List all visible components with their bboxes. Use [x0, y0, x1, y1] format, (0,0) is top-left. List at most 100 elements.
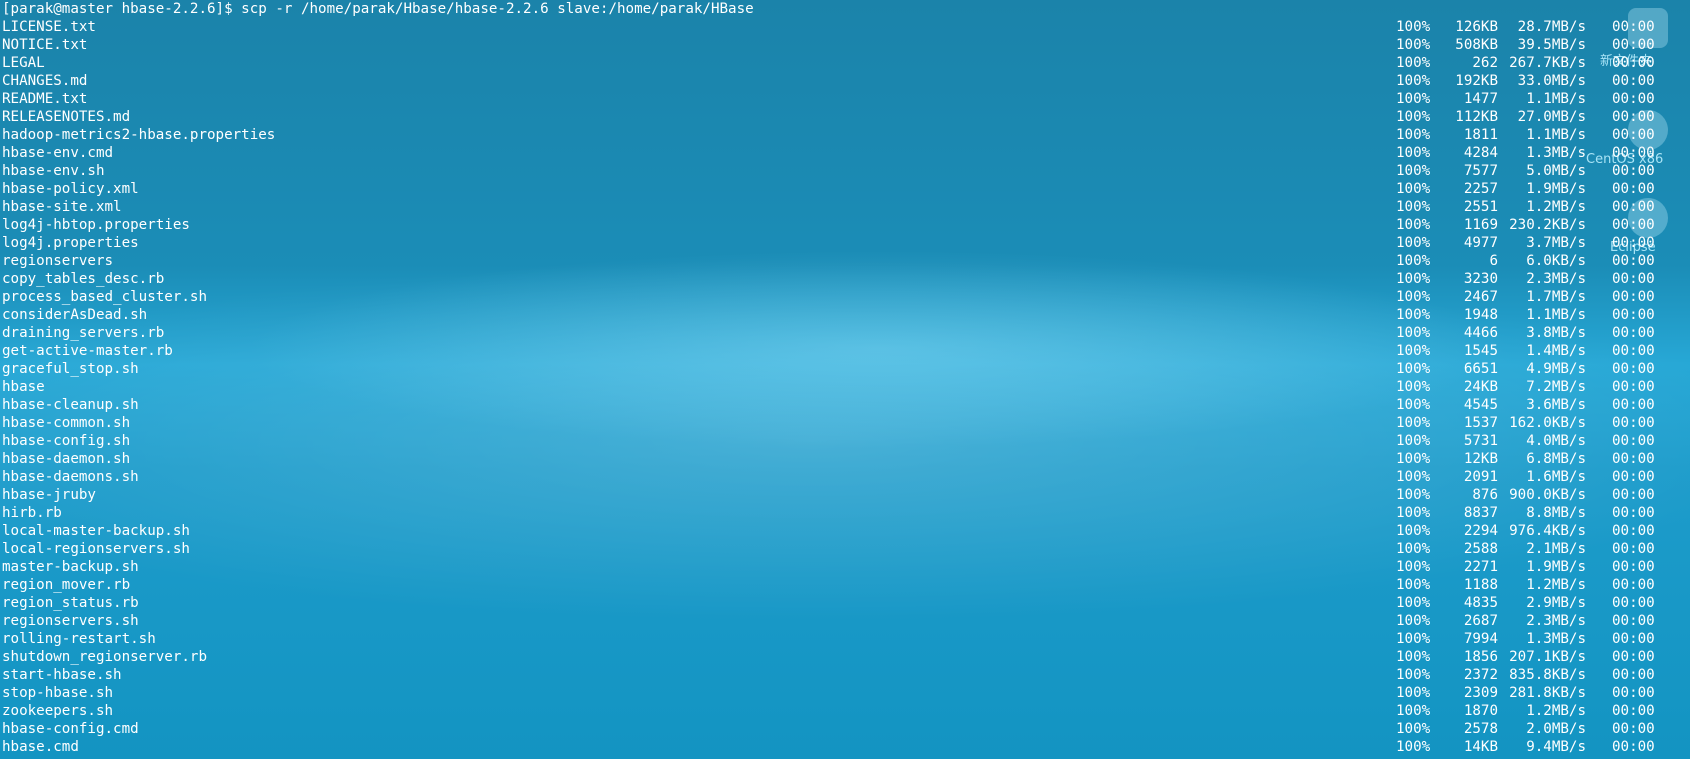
file-size: 2467 — [1463, 289, 1498, 305]
progress-percent: 100% — [1396, 19, 1431, 35]
transfer-rate: 230.2KB/s — [1509, 217, 1586, 233]
elapsed-time: 00:00 — [1612, 163, 1655, 179]
transfer-rate: 33.0MB/s — [1517, 73, 1586, 89]
file-name: stop-hbase.sh — [2, 685, 114, 701]
transfer-row: log4j.properties 100% 4977 3.7MB/s 00:00 — [0, 234, 1690, 252]
file-size: 2578 — [1463, 721, 1498, 737]
elapsed-time: 00:00 — [1612, 541, 1655, 557]
transfer-row: hirb.rb 100% 8837 8.8MB/s 00:00 — [0, 504, 1690, 522]
transfer-row: README.txt 100% 1477 1.1MB/s 00:00 — [0, 90, 1690, 108]
file-size: 7577 — [1463, 163, 1498, 179]
transfer-rate: 1.4MB/s — [1526, 343, 1586, 359]
file-size: 2257 — [1463, 181, 1498, 197]
progress-percent: 100% — [1396, 235, 1431, 251]
file-size: 192KB — [1455, 73, 1498, 89]
progress-percent: 100% — [1396, 91, 1431, 107]
file-size: 4466 — [1463, 325, 1498, 341]
elapsed-time: 00:00 — [1612, 685, 1655, 701]
file-size: 2551 — [1463, 199, 1498, 215]
file-size: 508KB — [1455, 37, 1498, 53]
elapsed-time: 00:00 — [1612, 217, 1655, 233]
file-name: hbase.cmd — [2, 739, 79, 755]
progress-percent: 100% — [1396, 523, 1431, 539]
elapsed-time: 00:00 — [1612, 145, 1655, 161]
file-size: 1811 — [1463, 127, 1498, 143]
file-size: 2588 — [1463, 541, 1498, 557]
transfer-rate: 1.2MB/s — [1526, 199, 1586, 215]
transfer-rate: 1.3MB/s — [1526, 631, 1586, 647]
transfer-row: hbase-daemon.sh 100% 12KB 6.8MB/s 00:00 — [0, 450, 1690, 468]
file-name: hbase-config.sh — [2, 433, 131, 449]
elapsed-time: 00:00 — [1612, 109, 1655, 125]
elapsed-time: 00:00 — [1612, 415, 1655, 431]
file-name: LICENSE.txt — [2, 19, 96, 35]
file-name: region_status.rb — [2, 595, 139, 611]
file-size: 1169 — [1463, 217, 1498, 233]
progress-percent: 100% — [1396, 145, 1431, 161]
transfer-rate: 27.0MB/s — [1517, 109, 1586, 125]
transfer-rate: 28.7MB/s — [1517, 19, 1586, 35]
elapsed-time: 00:00 — [1612, 235, 1655, 251]
file-size: 2294 — [1463, 523, 1498, 539]
terminal-window[interactable]: [parak@master hbase-2.2.6]$ scp -r /home… — [0, 0, 1690, 759]
transfer-rate: 2.0MB/s — [1526, 721, 1586, 737]
transfer-rate: 4.0MB/s — [1526, 433, 1586, 449]
progress-percent: 100% — [1396, 631, 1431, 647]
transfer-rate: 1.7MB/s — [1526, 289, 1586, 305]
transfer-row: RELEASENOTES.md 100% 112KB 27.0MB/s 00:00 — [0, 108, 1690, 126]
transfer-row: shutdown_regionserver.rb 100% 1856 207.1KB/… — [0, 648, 1690, 666]
transfer-rate: 1.2MB/s — [1526, 577, 1586, 593]
file-size: 4545 — [1463, 397, 1498, 413]
progress-percent: 100% — [1396, 163, 1431, 179]
file-name: hbase-policy.xml — [2, 181, 139, 197]
transfer-row: get-active-master.rb 100% 1545 1.4MB/s 00:00 — [0, 342, 1690, 360]
transfer-rate: 8.8MB/s — [1526, 505, 1586, 521]
file-name: local-regionservers.sh — [2, 541, 190, 557]
transfer-rate: 207.1KB/s — [1509, 649, 1586, 665]
progress-percent: 100% — [1396, 379, 1431, 395]
transfer-row: master-backup.sh 100% 2271 1.9MB/s 00:00 — [0, 558, 1690, 576]
transfer-rate: 9.4MB/s — [1526, 739, 1586, 755]
elapsed-time: 00:00 — [1612, 343, 1655, 359]
file-size: 1188 — [1463, 577, 1498, 593]
file-name: considerAsDead.sh — [2, 307, 148, 323]
file-name: README.txt — [2, 91, 88, 107]
progress-percent: 100% — [1396, 739, 1431, 755]
transfer-rate: 6.8MB/s — [1526, 451, 1586, 467]
file-name: hbase-env.sh — [2, 163, 105, 179]
elapsed-time: 00:00 — [1612, 127, 1655, 143]
progress-percent: 100% — [1396, 289, 1431, 305]
transfer-rate: 1.1MB/s — [1526, 91, 1586, 107]
transfer-row: log4j-hbtop.properties 100% 1169 230.2KB/s 0… — [0, 216, 1690, 234]
progress-percent: 100% — [1396, 559, 1431, 575]
file-size: 4284 — [1463, 145, 1498, 161]
transfer-row: hbase-common.sh 100% 1537 162.0KB/s 00:00 — [0, 414, 1690, 432]
elapsed-time: 00:00 — [1612, 721, 1655, 737]
transfer-rate: 1.1MB/s — [1526, 127, 1586, 143]
transfer-row: graceful_stop.sh 100% 6651 4.9MB/s 00:00 — [0, 360, 1690, 378]
file-size: 2687 — [1463, 613, 1498, 629]
transfer-row: copy_tables_desc.rb 100% 3230 2.3MB/s 00:00 — [0, 270, 1690, 288]
transfer-rate: 3.8MB/s — [1526, 325, 1586, 341]
file-name: LEGAL — [2, 55, 45, 71]
file-name: RELEASENOTES.md — [2, 109, 131, 125]
transfer-rate: 7.2MB/s — [1526, 379, 1586, 395]
transfer-rate: 1.3MB/s — [1526, 145, 1586, 161]
progress-percent: 100% — [1396, 595, 1431, 611]
elapsed-time: 00:00 — [1612, 379, 1655, 395]
progress-percent: 100% — [1396, 469, 1431, 485]
transfer-row: stop-hbase.sh 100% 2309 281.8KB/s 00:00 — [0, 684, 1690, 702]
file-name: regionservers — [2, 253, 114, 269]
progress-percent: 100% — [1396, 577, 1431, 593]
file-name: rolling-restart.sh — [2, 631, 156, 647]
transfer-rate: 2.3MB/s — [1526, 613, 1586, 629]
file-size: 1948 — [1463, 307, 1498, 323]
file-size: 6651 — [1463, 361, 1498, 377]
transfer-row: hbase.cmd 100% 14KB 9.4MB/s 00:00 — [0, 738, 1690, 756]
file-name: log4j.properties — [2, 235, 139, 251]
elapsed-time: 00:00 — [1612, 19, 1655, 35]
transfer-row: considerAsDead.sh 100% 1948 1.1MB/s 00:00 — [0, 306, 1690, 324]
elapsed-time: 00:00 — [1612, 595, 1655, 611]
progress-percent: 100% — [1396, 487, 1431, 503]
file-name: master-backup.sh — [2, 559, 139, 575]
